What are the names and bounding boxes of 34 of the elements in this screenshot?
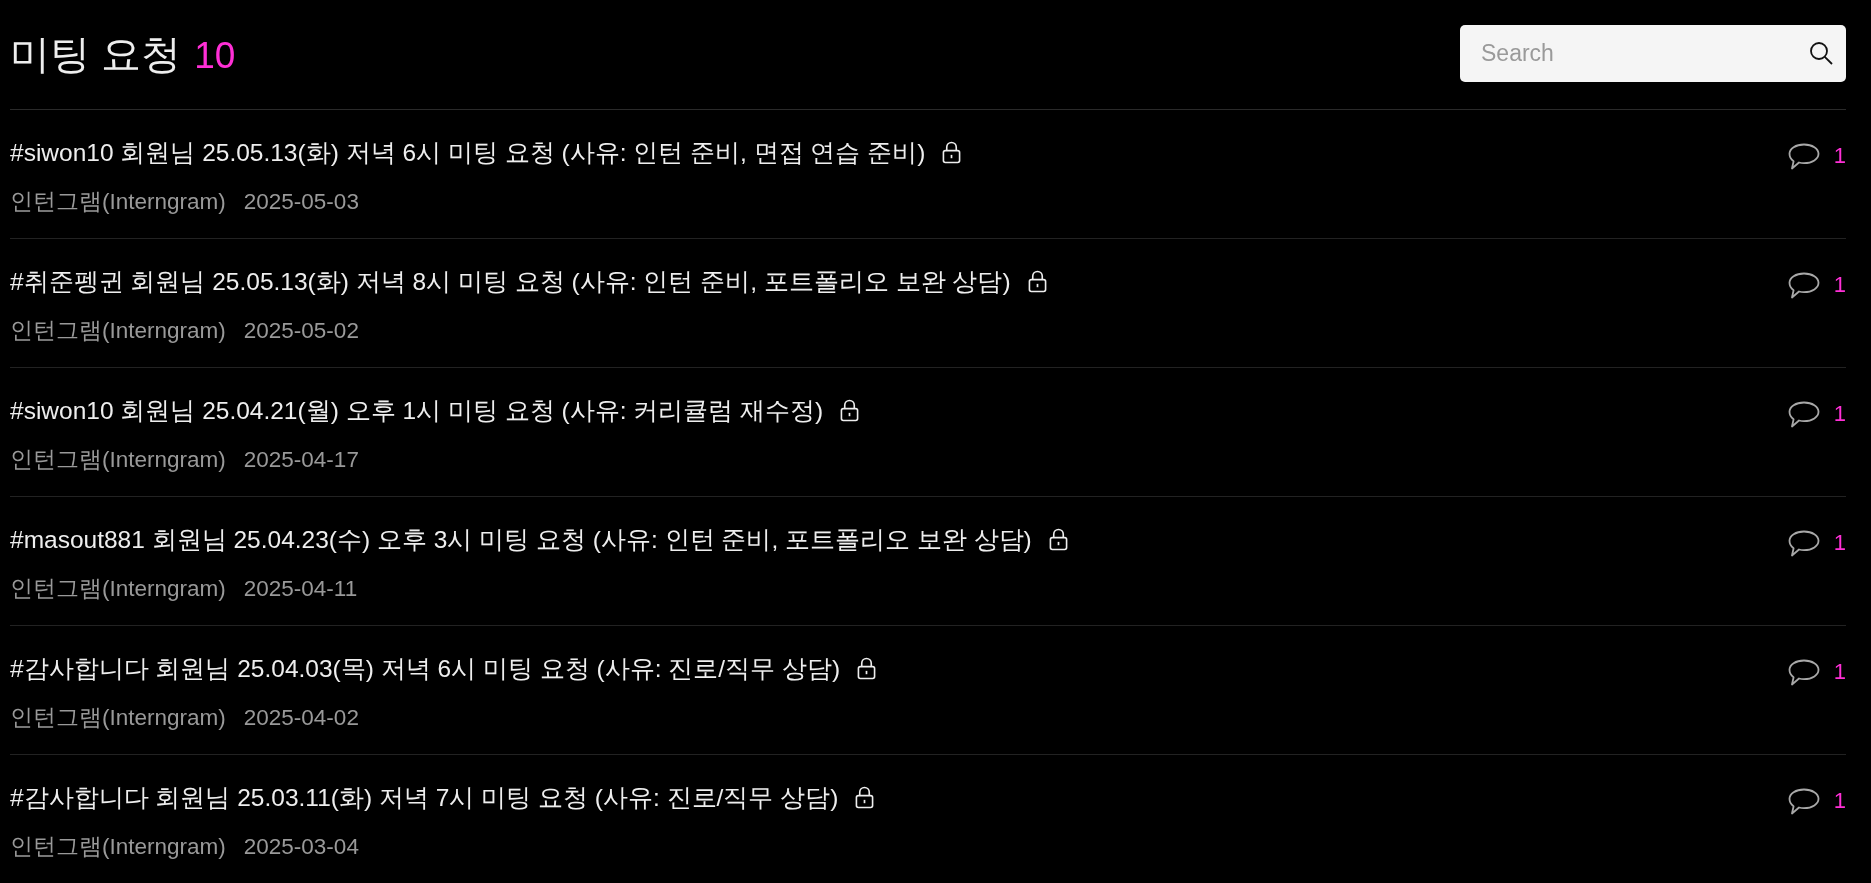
speech-bubble-icon [1787,529,1820,557]
post-author: 인턴그램(Interngram) [10,704,226,732]
post-date: 2025-04-02 [243,704,359,732]
comment-count: 1 [1833,143,1846,169]
request-count: 10 [194,35,236,77]
speech-bubble-icon [1787,142,1820,170]
post-date: 2025-05-03 [243,188,359,216]
comment-count: 1 [1833,659,1846,685]
post-author: 인턴그램(Interngram) [10,446,226,474]
post-author: 인턴그램(Interngram) [10,317,226,345]
speech-bubble-icon [1787,658,1820,686]
comment-count: 1 [1833,401,1846,427]
comment-count: 1 [1833,530,1846,556]
page-title: 미팅 요청 [10,31,182,78]
comment-count: 1 [1833,788,1846,814]
post-author: 인턴그램(Interngram) [10,833,226,861]
post-title-link[interactable]: #siwon10 회원님 25.05.13(화) 저녁 6시 미팅 요청 (사유: 인턴 준비, 면접 연습 준비) [10,135,926,169]
post-title-link[interactable]: #취준펭귄 회원님 25.05.13(화) 저녁 8시 미팅 요청 (사유: 인턴 준비, 포트폴리오 보완 상담) [10,264,1011,298]
post-title-link[interactable]: #siwon10 회원님 25.04.21(월) 오후 1시 미팅 요청 (사유: 커리큘럼 재수정) [10,393,824,427]
post-date: 2025-03-04 [243,833,359,861]
post-author: 인턴그램(Interngram) [10,575,226,603]
search-field[interactable]: Search [1460,25,1846,82]
post-title-link[interactable]: #감사합니다 회원님 25.03.11(화) 저녁 7시 미팅 요청 (사유: 진로/직무 상담) [10,780,839,814]
speech-bubble-icon [1787,400,1820,428]
speech-bubble-icon [1787,271,1820,299]
post-date: 2025-04-17 [243,446,359,474]
post-title-link[interactable]: #masout881 회원님 25.04.23(수) 오후 3시 미팅 요청 (사유: 인턴 준비, 포트폴리오 보완 상담) [10,522,1032,556]
comment-count: 1 [1833,272,1846,298]
post-title-link[interactable]: #감사합니다 회원님 25.04.03(목) 저녁 6시 미팅 요청 (사유: 진로/직무 상담) [10,651,841,685]
search-icon[interactable] [1809,41,1833,65]
post-date: 2025-05-02 [243,317,359,345]
speech-bubble-icon [1787,787,1820,815]
post-author: 인턴그램(Interngram) [10,188,226,216]
post-date: 2025-04-11 [243,575,358,603]
